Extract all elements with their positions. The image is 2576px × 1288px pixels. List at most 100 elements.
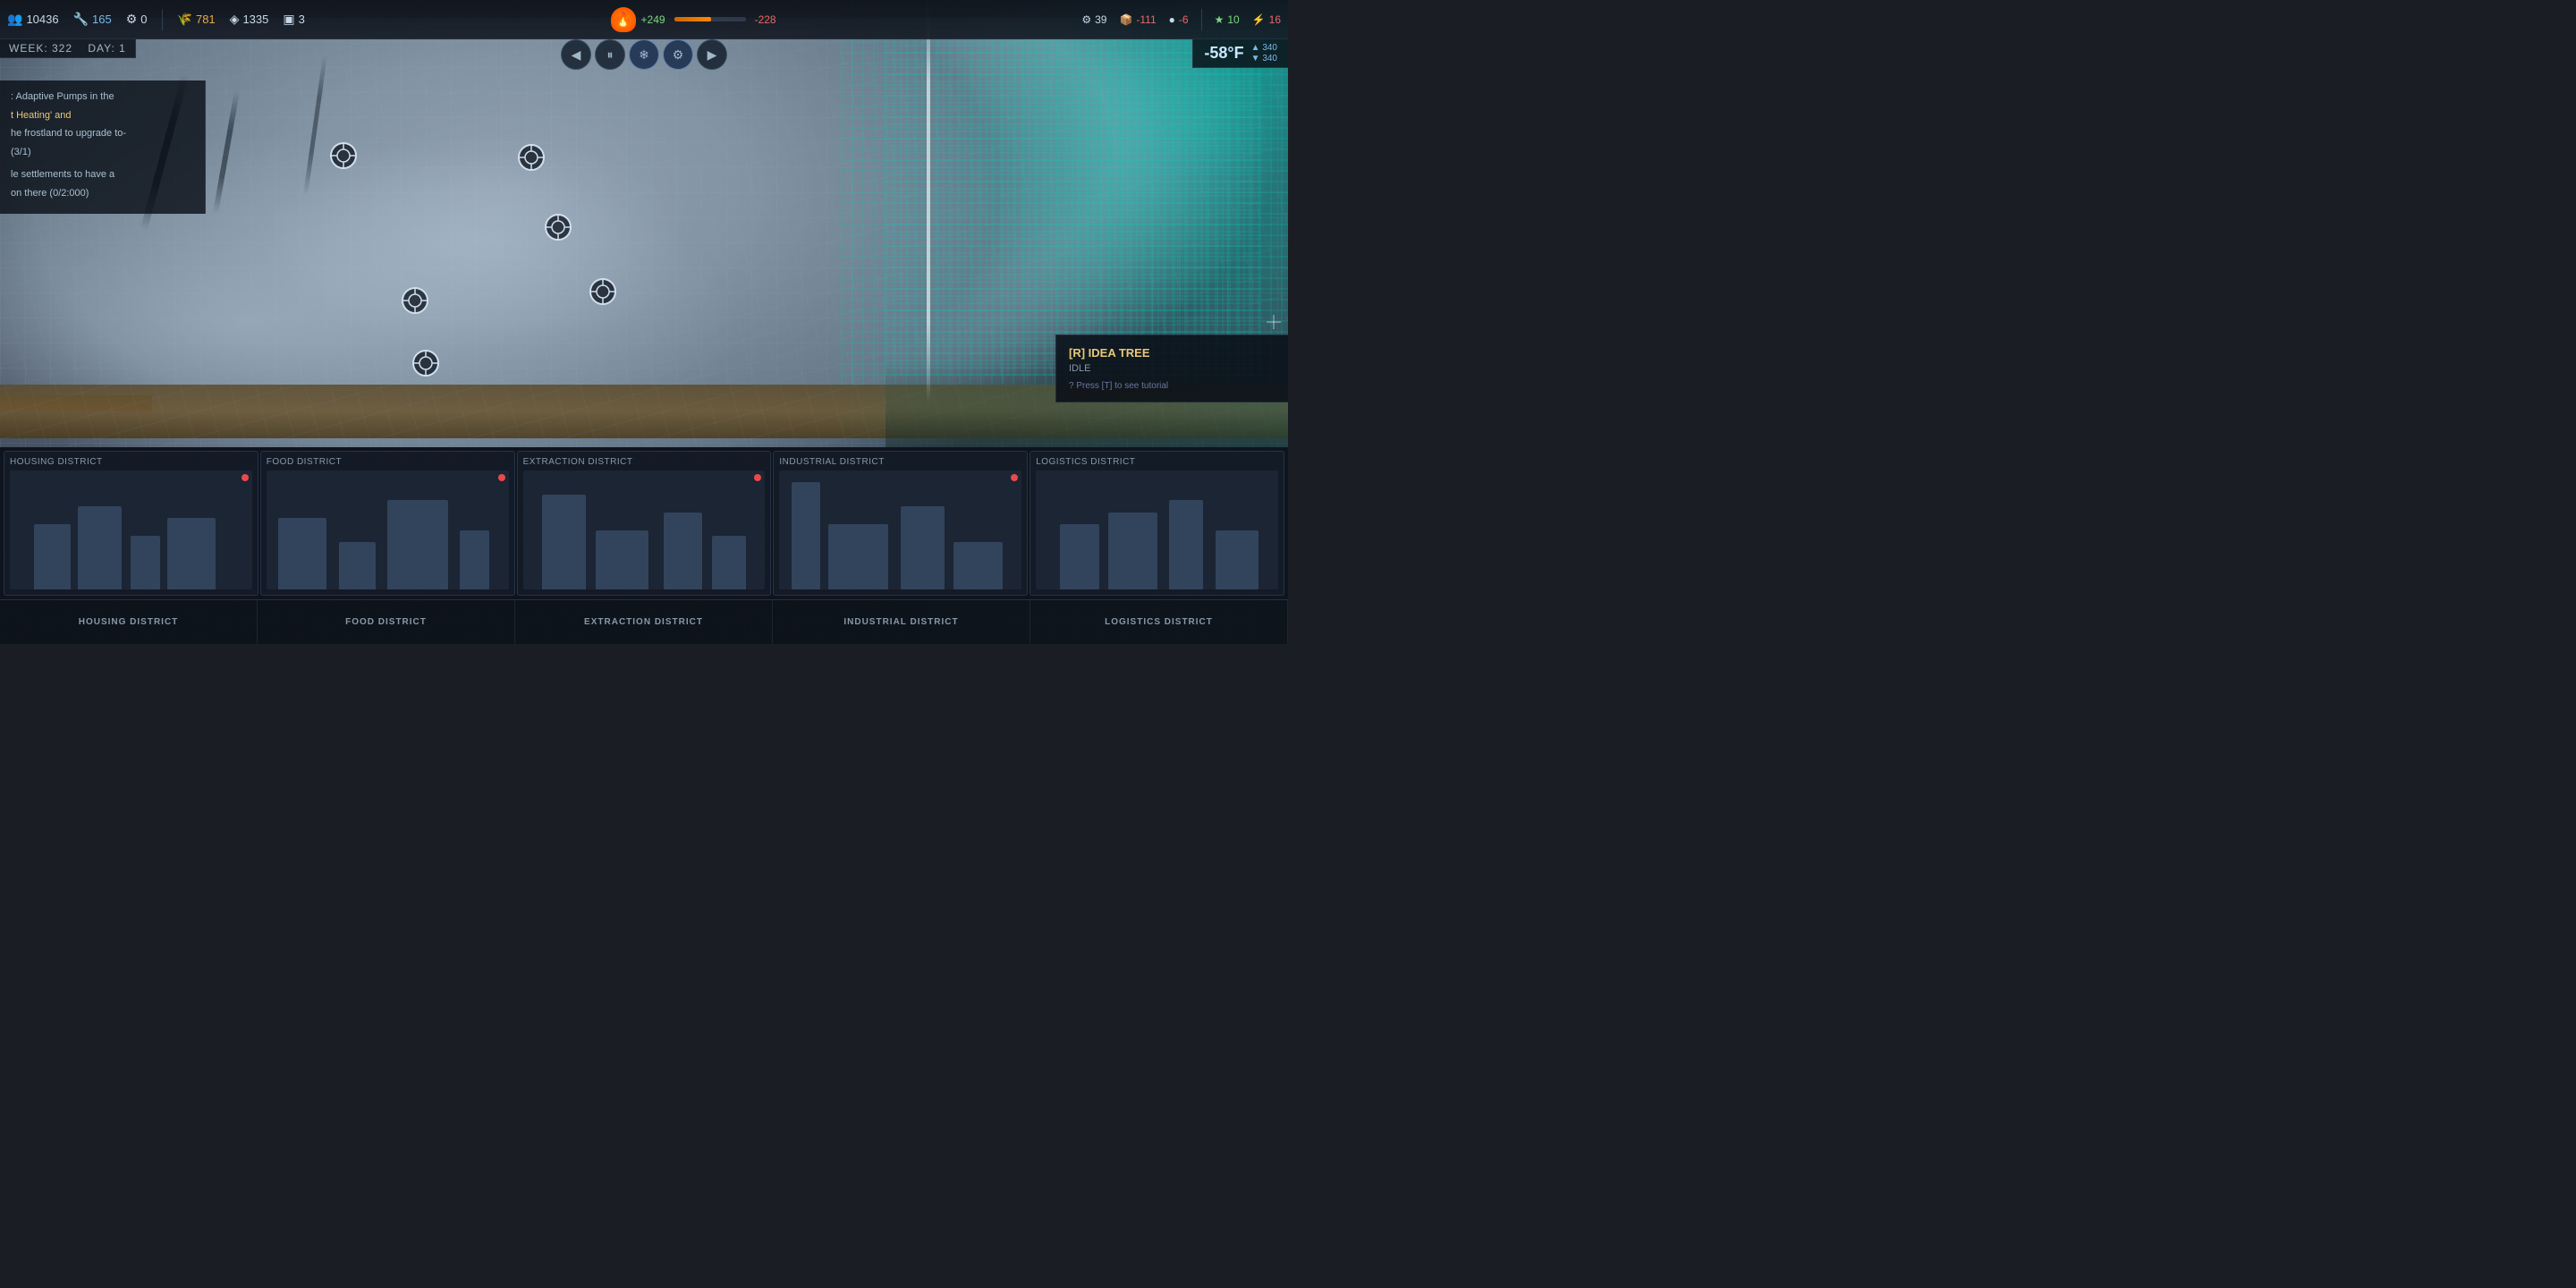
hud-left-stats: 👥 10436 🔧 165 ⚙ 0 🌾 781 ◈ 1335 ▣ 3 — [7, 9, 305, 30]
prefabs-stat: ▣ 3 — [283, 12, 304, 27]
bottom-tabs-bar: HOUSING DISTRICT FOOD DISTRICT EXTRACTIO… — [0, 599, 1288, 644]
tab-food-label: FOOD DISTRICT — [345, 617, 427, 627]
hope-stat: ★ 10 — [1215, 13, 1240, 26]
steam-minus-stat: 📦 -111 — [1119, 13, 1156, 26]
materials-icon: ◈ — [230, 12, 240, 27]
btn-next[interactable]: ▶ — [697, 39, 727, 70]
tab-food[interactable]: FOOD DISTRICT — [258, 600, 515, 644]
settlement-icon-1[interactable] — [329, 141, 358, 170]
district-card-industrial[interactable]: INDUSTRIAL DISTRICT — [773, 451, 1028, 596]
extraction-building-1 — [542, 495, 586, 589]
settlement-icon-2[interactable] — [401, 286, 429, 315]
heat-minus-value: -228 — [755, 13, 776, 26]
logistics-building-3 — [1169, 500, 1203, 589]
workers-icon: 🔧 — [73, 12, 89, 27]
extraction-building-2 — [596, 530, 649, 590]
right-panel-status: IDLE — [1069, 363, 1275, 374]
settlement-icon-4[interactable] — [544, 213, 572, 242]
discontent-stat: ⚡ 16 — [1252, 13, 1281, 26]
settlement-icon-5[interactable] — [589, 277, 617, 306]
logistics-building-4 — [1216, 530, 1259, 590]
industrial-building-4 — [953, 542, 1002, 589]
steam-stat: ⚙ 39 — [1081, 13, 1106, 26]
workers-stat: 🔧 165 — [73, 12, 112, 27]
extraction-district-title: EXTRACTION DISTRICT — [523, 457, 766, 467]
building-1 — [34, 524, 71, 589]
temp-arrow-down: ▼ 340 — [1251, 54, 1277, 64]
engineers-stat: ⚙ 0 — [126, 12, 148, 27]
hope-icon: ★ — [1215, 13, 1224, 26]
temp-arrows: ▲ 340 ▼ 340 — [1251, 43, 1277, 64]
industrial-building-1 — [792, 482, 820, 589]
food-district-visual — [267, 470, 509, 589]
food-building-3 — [387, 500, 448, 589]
tab-housing[interactable]: HOUSING DISTRICT — [0, 600, 258, 644]
food-value: 781 — [196, 13, 216, 26]
temperature-display: -58°F ▲ 340 ▼ 340 — [1192, 39, 1288, 68]
right-panel-title[interactable]: [R] IDEA TREE — [1069, 346, 1275, 360]
population-icon: 👥 — [7, 12, 22, 27]
side-panel-line-6: on there (0/2:000) — [11, 186, 194, 202]
food-stat: 🌾 781 — [177, 12, 216, 27]
logistics-district-title: LOGISTICS DISTRICT — [1036, 457, 1278, 467]
district-card-food[interactable]: FOOD DISTRICT — [260, 451, 515, 596]
industrial-district-title: INDUSTRIAL DISTRICT — [779, 457, 1021, 467]
heat-icon: 🔥 — [611, 7, 636, 32]
extraction-building-4 — [712, 536, 746, 589]
side-panel-line-5: le settlements to have a — [11, 167, 194, 183]
logistics-building-2 — [1108, 513, 1157, 589]
divider-1 — [162, 9, 163, 30]
warmth-bar-fill — [674, 17, 712, 21]
divider-2 — [1201, 9, 1202, 30]
workers-value: 165 — [92, 13, 112, 26]
btn-pause[interactable]: ⏸ — [595, 39, 625, 70]
tab-logistics[interactable]: LOGISTICS DISTRICT — [1030, 600, 1288, 644]
side-panel-line-4: (3/1) — [11, 145, 194, 161]
btn-weather[interactable]: ❄ — [629, 39, 659, 70]
tab-industrial[interactable]: INDUSTRIAL DISTRICT — [773, 600, 1030, 644]
heat-minus: -228 — [755, 13, 776, 26]
district-card-housing[interactable]: HOUSING DISTRICT — [4, 451, 258, 596]
warmth-bar-container — [674, 17, 746, 21]
settlement-icon-7[interactable] — [411, 349, 440, 377]
housing-district-title: HOUSING DISTRICT — [10, 457, 252, 467]
map-crosshair — [1267, 315, 1281, 329]
extraction-alert — [754, 474, 761, 481]
prefabs-icon: ▣ — [283, 12, 294, 27]
logistics-district-visual — [1036, 470, 1278, 589]
steam-value: 39 — [1095, 13, 1106, 26]
materials-value: 1335 — [242, 13, 268, 26]
btn-prev[interactable]: ◀ — [561, 39, 591, 70]
btn-settings[interactable]: ⚙ — [663, 39, 693, 70]
bottom-hud: HOUSING DISTRICT FOOD DISTRICT — [0, 447, 1288, 644]
population-value: 10436 — [26, 13, 58, 26]
fuel-icon: ● — [1169, 13, 1175, 26]
industrial-alert — [1011, 474, 1018, 481]
right-panel-hint[interactable]: ? Press [T] to see tutorial — [1069, 381, 1275, 391]
tab-logistics-label: LOGISTICS DISTRICT — [1105, 617, 1213, 627]
district-card-logistics[interactable]: LOGISTICS DISTRICT — [1030, 451, 1284, 596]
food-building-2 — [339, 542, 376, 589]
week-value: WEEK: 322 — [9, 42, 72, 55]
day-value: DAY: 1 — [88, 42, 125, 55]
food-alert — [498, 474, 505, 481]
engineers-value: 0 — [140, 13, 147, 26]
tab-extraction[interactable]: EXTRACTION DISTRICT — [515, 600, 773, 644]
food-building-4 — [460, 530, 488, 590]
discontent-value: 16 — [1269, 13, 1281, 26]
building-4 — [167, 518, 216, 589]
heat-resource-bar: +249 -228 — [641, 13, 776, 26]
heat-plus-value: +249 — [641, 13, 665, 26]
side-panel: : Adaptive Pumps in the t Heating' and h… — [0, 80, 206, 214]
tab-industrial-label: INDUSTRIAL DISTRICT — [843, 617, 958, 627]
fuel-value: -6 — [1179, 13, 1189, 26]
week-display: WEEK: 322 DAY: 1 — [0, 39, 136, 58]
right-panel: [R] IDEA TREE IDLE ? Press [T] to see tu… — [1055, 335, 1288, 402]
fuel-stat: ● -6 — [1169, 13, 1189, 26]
building-3 — [131, 536, 159, 589]
steam-minus-value: -111 — [1136, 13, 1156, 26]
building-2 — [78, 506, 122, 589]
temperature-value: -58°F — [1204, 44, 1243, 63]
district-card-extraction[interactable]: EXTRACTION DISTRICT — [517, 451, 772, 596]
settlement-icon-3[interactable] — [517, 143, 546, 172]
